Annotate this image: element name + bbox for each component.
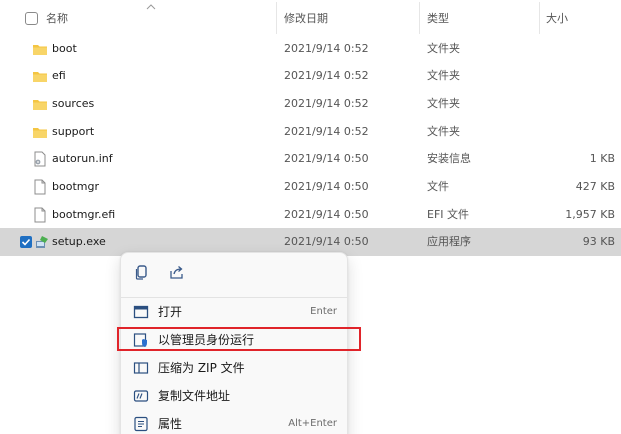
file-name: bootmgr bbox=[52, 180, 99, 193]
file-explorer-view: 名称 修改日期 类型 大小 boot 2021/9/14 0:52 文件夹 ef… bbox=[0, 0, 621, 434]
row-checkbox-checked[interactable] bbox=[20, 236, 32, 248]
file-icon bbox=[34, 207, 46, 223]
file-row-support[interactable]: support 2021/9/14 0:52 文件夹 bbox=[0, 118, 621, 146]
file-row-bootmgr-efi[interactable]: bootmgr.efi 2021/9/14 0:50 EFI 文件 1,957 … bbox=[0, 201, 621, 229]
file-modified-date: 2021/9/14 0:50 bbox=[284, 180, 369, 193]
file-size: 93 KB bbox=[582, 235, 615, 248]
folder-icon bbox=[33, 128, 47, 138]
column-size-header[interactable]: 大小 bbox=[546, 12, 568, 26]
setup-info-file-icon bbox=[34, 151, 46, 167]
shield-icon bbox=[133, 333, 147, 347]
file-size: 427 KB bbox=[575, 180, 615, 193]
file-row-bootmgr[interactable]: bootmgr 2021/9/14 0:50 文件 427 KB bbox=[0, 173, 621, 201]
file-type: 应用程序 bbox=[427, 235, 471, 248]
file-modified-date: 2021/9/14 0:50 bbox=[284, 208, 369, 221]
column-divider[interactable] bbox=[419, 2, 420, 34]
folder-icon bbox=[33, 45, 47, 55]
menu-item-properties[interactable]: 属性 Alt+Enter bbox=[121, 410, 347, 434]
file-modified-date: 2021/9/14 0:52 bbox=[284, 97, 369, 110]
menu-item-label: 以管理员身份运行 bbox=[158, 333, 255, 347]
folder-icon bbox=[33, 100, 47, 110]
menu-item-run-as-admin[interactable]: 以管理员身份运行 bbox=[121, 326, 347, 354]
share-icon[interactable] bbox=[168, 263, 186, 281]
folder-icon bbox=[33, 72, 47, 82]
file-type: 文件 bbox=[427, 180, 449, 193]
file-modified-date: 2021/9/14 0:50 bbox=[284, 235, 369, 248]
sort-ascending-icon bbox=[146, 4, 156, 10]
menu-item-copy-path[interactable]: 复制文件地址 bbox=[121, 382, 347, 410]
setup-exe-icon bbox=[36, 236, 48, 248]
file-modified-date: 2021/9/14 0:52 bbox=[284, 42, 369, 55]
file-name: support bbox=[52, 125, 95, 138]
file-modified-date: 2021/9/14 0:50 bbox=[284, 152, 369, 165]
file-size: 1 KB bbox=[589, 152, 615, 165]
column-divider[interactable] bbox=[276, 2, 277, 34]
shortcut-hint: Alt+Enter bbox=[288, 418, 337, 429]
copy-path-icon bbox=[133, 390, 149, 402]
file-name: setup.exe bbox=[52, 235, 106, 248]
column-type-header[interactable]: 类型 bbox=[427, 12, 449, 26]
column-name-header[interactable]: 名称 bbox=[46, 12, 68, 26]
file-name: sources bbox=[52, 97, 95, 110]
menu-item-label: 属性 bbox=[158, 417, 183, 431]
file-row-sources[interactable]: sources 2021/9/14 0:52 文件夹 bbox=[0, 90, 621, 118]
open-icon bbox=[133, 305, 149, 319]
file-row-autorun[interactable]: autorun.inf 2021/9/14 0:50 安装信息 1 KB bbox=[0, 145, 621, 173]
file-name: bootmgr.efi bbox=[52, 208, 116, 221]
file-type: 文件夹 bbox=[427, 125, 460, 138]
menu-item-label: 打开 bbox=[158, 305, 183, 319]
menu-item-open[interactable]: 打开 Enter bbox=[121, 298, 347, 326]
column-header: 名称 修改日期 类型 大小 bbox=[0, 0, 621, 36]
file-type: 文件夹 bbox=[427, 97, 460, 110]
column-date-header[interactable]: 修改日期 bbox=[284, 12, 328, 26]
menu-item-label: 压缩为 ZIP 文件 bbox=[158, 361, 245, 375]
menu-item-compress-zip[interactable]: 压缩为 ZIP 文件 bbox=[121, 354, 347, 382]
file-row-boot[interactable]: boot 2021/9/14 0:52 文件夹 bbox=[0, 35, 621, 63]
file-type: 文件夹 bbox=[427, 69, 460, 82]
file-modified-date: 2021/9/14 0:52 bbox=[284, 125, 369, 138]
select-all-checkbox[interactable] bbox=[25, 12, 38, 25]
checkmark-icon bbox=[21, 238, 31, 246]
menu-item-label: 复制文件地址 bbox=[158, 389, 231, 403]
shortcut-hint: Enter bbox=[310, 306, 337, 317]
context-menu: 打开 Enter 以管理员身份运行 压缩为 ZIP 文件 复制文件地址 属性 A… bbox=[120, 252, 348, 434]
file-name: boot bbox=[52, 42, 77, 55]
copy-icon[interactable] bbox=[133, 263, 151, 281]
file-type: 文件夹 bbox=[427, 42, 460, 55]
file-icon bbox=[34, 179, 46, 195]
file-type: EFI 文件 bbox=[427, 208, 470, 221]
zip-icon bbox=[133, 362, 149, 374]
file-modified-date: 2021/9/14 0:52 bbox=[284, 69, 369, 82]
file-name: efi bbox=[52, 69, 66, 82]
properties-icon bbox=[134, 416, 148, 432]
column-divider[interactable] bbox=[539, 2, 540, 34]
file-row-efi[interactable]: efi 2021/9/14 0:52 文件夹 bbox=[0, 62, 621, 90]
file-name: autorun.inf bbox=[52, 152, 113, 165]
file-type: 安装信息 bbox=[427, 152, 471, 165]
file-size: 1,957 KB bbox=[565, 208, 615, 221]
